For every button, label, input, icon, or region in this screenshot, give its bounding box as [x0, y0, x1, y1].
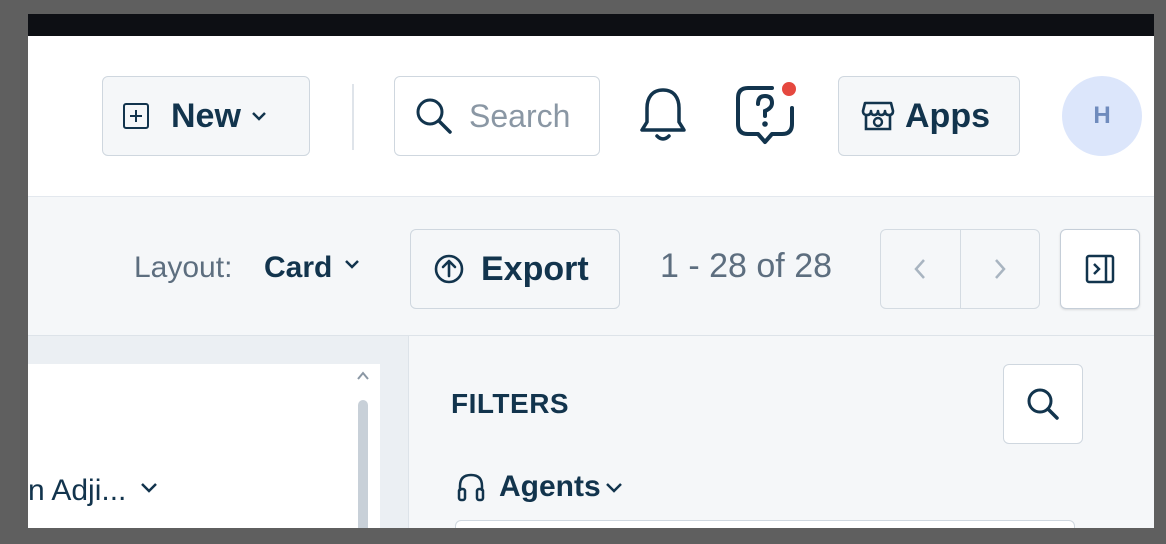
- panel-collapse-icon: [1085, 254, 1115, 284]
- apps-store-icon: [861, 101, 895, 131]
- search-icon: [416, 98, 452, 134]
- app-window: New Apps H Layout:: [28, 14, 1154, 528]
- search-icon: [1027, 388, 1059, 420]
- filter-panel: FILTERS Agents: [408, 336, 1154, 528]
- window-top-bar: [28, 14, 1154, 36]
- export-button-label: Export: [481, 249, 589, 288]
- card-assignee-text: n Adji...: [28, 474, 127, 507]
- scrollbar-thumb[interactable]: [358, 400, 368, 528]
- layout-dropdown[interactable]: Card: [264, 251, 332, 285]
- add-icon: [123, 103, 149, 129]
- ticket-card[interactable]: n Adji...: [28, 364, 380, 528]
- search-input[interactable]: [467, 96, 591, 136]
- filter-search-button[interactable]: [1003, 364, 1083, 444]
- filters-heading: FILTERS: [451, 388, 570, 419]
- new-button[interactable]: New: [102, 76, 310, 156]
- chevron-down-icon[interactable]: [140, 482, 158, 494]
- chevron-left-icon: [914, 259, 926, 279]
- export-button[interactable]: Export: [410, 229, 620, 309]
- chevron-right-icon: [994, 259, 1006, 279]
- chevron-down-icon: [605, 483, 622, 493]
- notification-bell-icon[interactable]: [638, 86, 688, 144]
- chevron-down-icon[interactable]: [344, 259, 360, 269]
- pagination-controls: [880, 229, 1040, 309]
- pagination-count: 1 - 28 of 28: [660, 247, 833, 285]
- export-icon: [434, 254, 464, 284]
- global-search[interactable]: [394, 76, 600, 156]
- apps-button[interactable]: Apps: [838, 76, 1020, 156]
- agents-filter-header[interactable]: Agents: [455, 470, 623, 504]
- next-page-button[interactable]: [959, 230, 1040, 308]
- user-avatar[interactable]: H: [1062, 76, 1142, 156]
- notification-dot: [780, 80, 798, 98]
- chevron-down-icon: [252, 112, 266, 121]
- ticket-list-area: n Adji...: [28, 336, 408, 528]
- list-toolbar: Layout: Card Export 1 - 28 of 28: [28, 197, 1154, 336]
- scroll-up-icon[interactable]: [356, 370, 370, 382]
- top-header: New Apps H: [28, 36, 1154, 197]
- previous-page-button[interactable]: [881, 230, 960, 308]
- apps-button-label: Apps: [905, 96, 990, 135]
- agents-filter-input[interactable]: [455, 520, 1075, 528]
- toggle-filter-panel-button[interactable]: [1060, 229, 1140, 309]
- layout-label: Layout:: [134, 251, 233, 284]
- new-button-label: New: [171, 96, 241, 135]
- agents-filter-label: Agents: [499, 470, 601, 503]
- header-divider: [352, 84, 354, 150]
- headphones-icon: [457, 473, 485, 502]
